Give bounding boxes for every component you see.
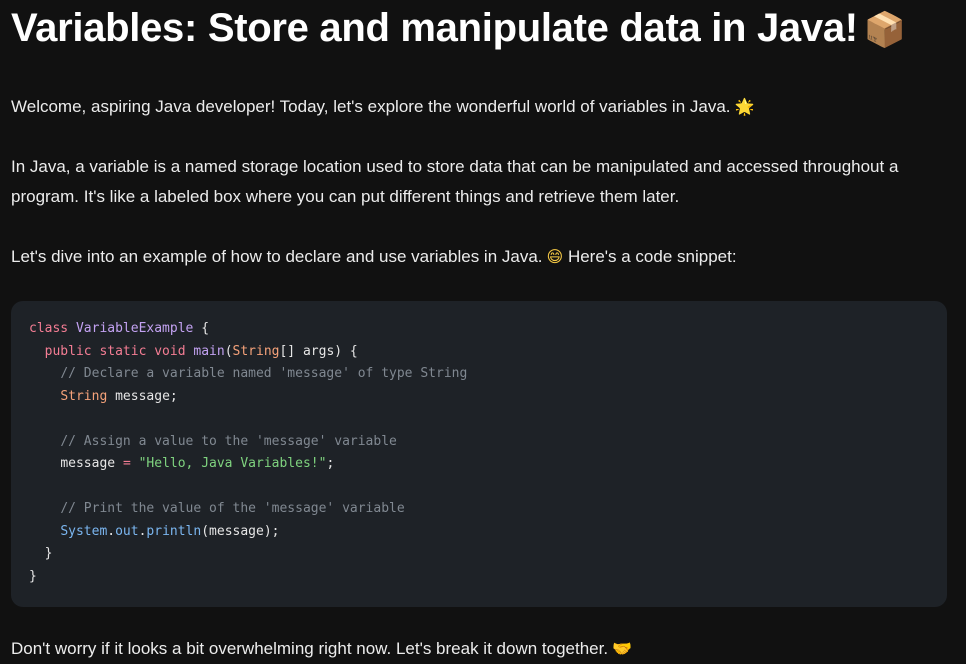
code-intro-text: Let's dive into an example of how to dec… — [11, 247, 543, 266]
code-keyword: class — [29, 321, 69, 336]
code-class-name: VariableExample — [75, 321, 194, 336]
code-punct: { — [193, 321, 210, 336]
code-comment: // Assign a value to the 'message' varia… — [60, 433, 397, 449]
welcome-paragraph: Welcome, aspiring Java developer! Today,… — [11, 92, 951, 122]
code-punct: message; — [107, 388, 178, 404]
grinning-face-icon: 😄 — [546, 247, 564, 266]
closing-text: Don't worry if it looks a bit overwhelmi… — [11, 639, 609, 658]
code-brace: } — [44, 546, 53, 561]
code-method: println — [146, 523, 202, 539]
code-intro-text-after: Here's a code snippet: — [567, 247, 737, 266]
welcome-text: Welcome, aspiring Java developer! Today,… — [11, 97, 731, 116]
code-type: String — [232, 343, 280, 359]
code-string: "Hello, Java Variables!" — [138, 456, 327, 471]
page-title: Variables: Store and manipulate data in … — [11, 0, 951, 52]
code-comment: // Declare a variable named 'message' of… — [60, 366, 468, 381]
code-comment: // Print the value of the 'message' vari… — [60, 501, 405, 516]
code-block[interactable]: class VariableExample { public static vo… — [11, 301, 947, 607]
definition-paragraph: In Java, a variable is a named storage l… — [11, 157, 899, 206]
page-title-text: Variables: Store and manipulate data in … — [11, 6, 858, 50]
code-content: class VariableExample { public static vo… — [29, 321, 468, 584]
code-field: out — [115, 523, 139, 539]
sparkle-icon: 🌟 — [734, 97, 755, 116]
code-keyword: public static void — [44, 343, 186, 359]
code-punct: (message); — [201, 523, 280, 539]
code-operator: = — [122, 456, 131, 471]
code-brace: } — [29, 568, 37, 584]
code-function-name: main — [193, 343, 225, 359]
package-icon: 📦 — [863, 10, 906, 50]
article: Variables: Store and manipulate data in … — [11, 0, 951, 664]
closing-paragraph: Don't worry if it looks a bit overwhelmi… — [11, 634, 951, 664]
code-punct: [] args) { — [279, 343, 358, 359]
code-object: System — [60, 523, 108, 539]
handshake-icon: 🤝 — [612, 639, 632, 658]
code-variable: message — [60, 456, 116, 471]
code-intro-paragraph: Let's dive into an example of how to dec… — [11, 242, 951, 272]
code-type: String — [60, 388, 108, 404]
